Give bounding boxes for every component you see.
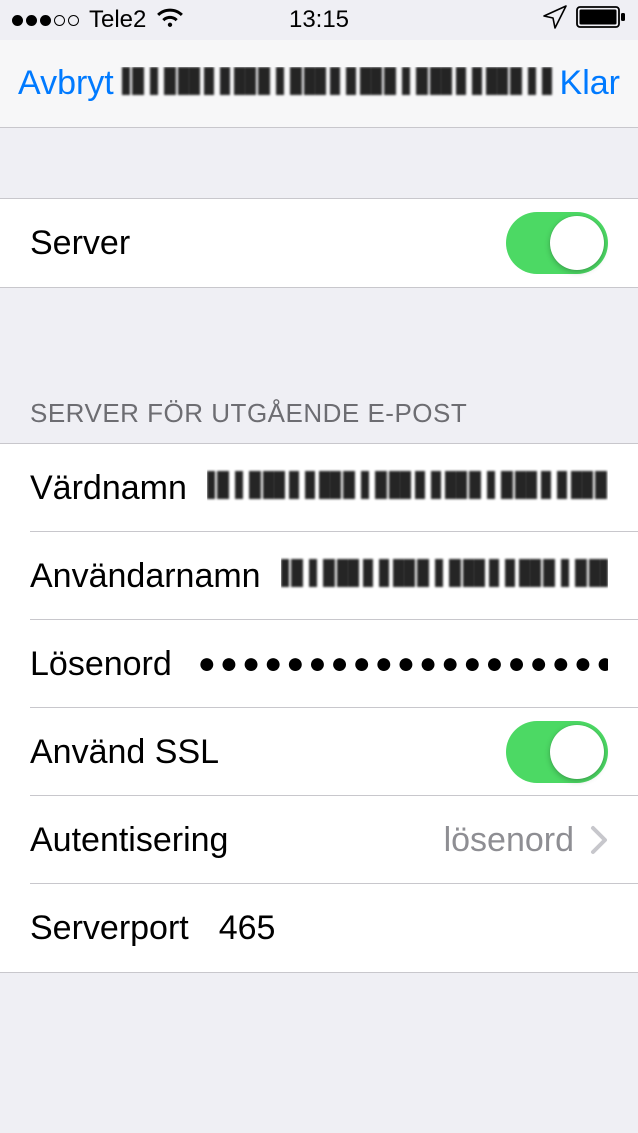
censored-hostname (207, 471, 608, 499)
outgoing-header: SERVER FÖR UTGÅENDE E-POST (0, 398, 638, 443)
server-toggle-group: Server (0, 198, 638, 288)
status-right (542, 4, 626, 37)
wifi-icon (156, 6, 184, 34)
clock: 13:15 (289, 6, 349, 34)
authentication-row[interactable]: Autentisering lösenord (0, 796, 638, 884)
chevron-right-icon (590, 825, 608, 855)
server-row: Server (0, 199, 638, 287)
signal-strength-icon (12, 15, 79, 26)
hostname-label: Värdnamn (30, 469, 187, 508)
serverport-value: 465 (219, 909, 276, 948)
censored-username (281, 559, 608, 587)
nav-title (114, 67, 560, 100)
outgoing-group: Värdnamn Användarnamn Lösenord ●●●●●●●●●… (0, 443, 638, 973)
cancel-button[interactable]: Avbryt (18, 64, 114, 103)
hostname-value (207, 469, 608, 508)
location-icon (542, 4, 568, 37)
serverport-row[interactable]: Serverport 465 (0, 884, 638, 972)
nav-bar: Avbryt Klar (0, 40, 638, 128)
authentication-label: Autentisering (30, 821, 228, 860)
username-value (281, 557, 608, 596)
battery-icon (576, 6, 626, 35)
username-row[interactable]: Användarnamn (0, 532, 638, 620)
carrier-label: Tele2 (89, 6, 146, 34)
use-ssl-row: Använd SSL (0, 708, 638, 796)
username-label: Användarnamn (30, 557, 261, 596)
censored-title (122, 67, 552, 95)
status-left: Tele2 (12, 6, 184, 34)
password-row[interactable]: Lösenord ●●●●●●●●●●●●●●●●●●●●... (0, 620, 638, 708)
server-toggle[interactable] (506, 212, 608, 274)
serverport-label: Serverport (30, 909, 189, 948)
use-ssl-toggle[interactable] (506, 721, 608, 783)
done-button[interactable]: Klar (560, 64, 620, 103)
password-label: Lösenord (30, 645, 172, 684)
password-value: ●●●●●●●●●●●●●●●●●●●●... (198, 647, 608, 681)
server-label: Server (30, 224, 130, 263)
hostname-row[interactable]: Värdnamn (0, 444, 638, 532)
use-ssl-label: Använd SSL (30, 733, 219, 772)
status-bar: Tele2 13:15 (0, 0, 638, 40)
authentication-value: lösenord (444, 821, 582, 860)
